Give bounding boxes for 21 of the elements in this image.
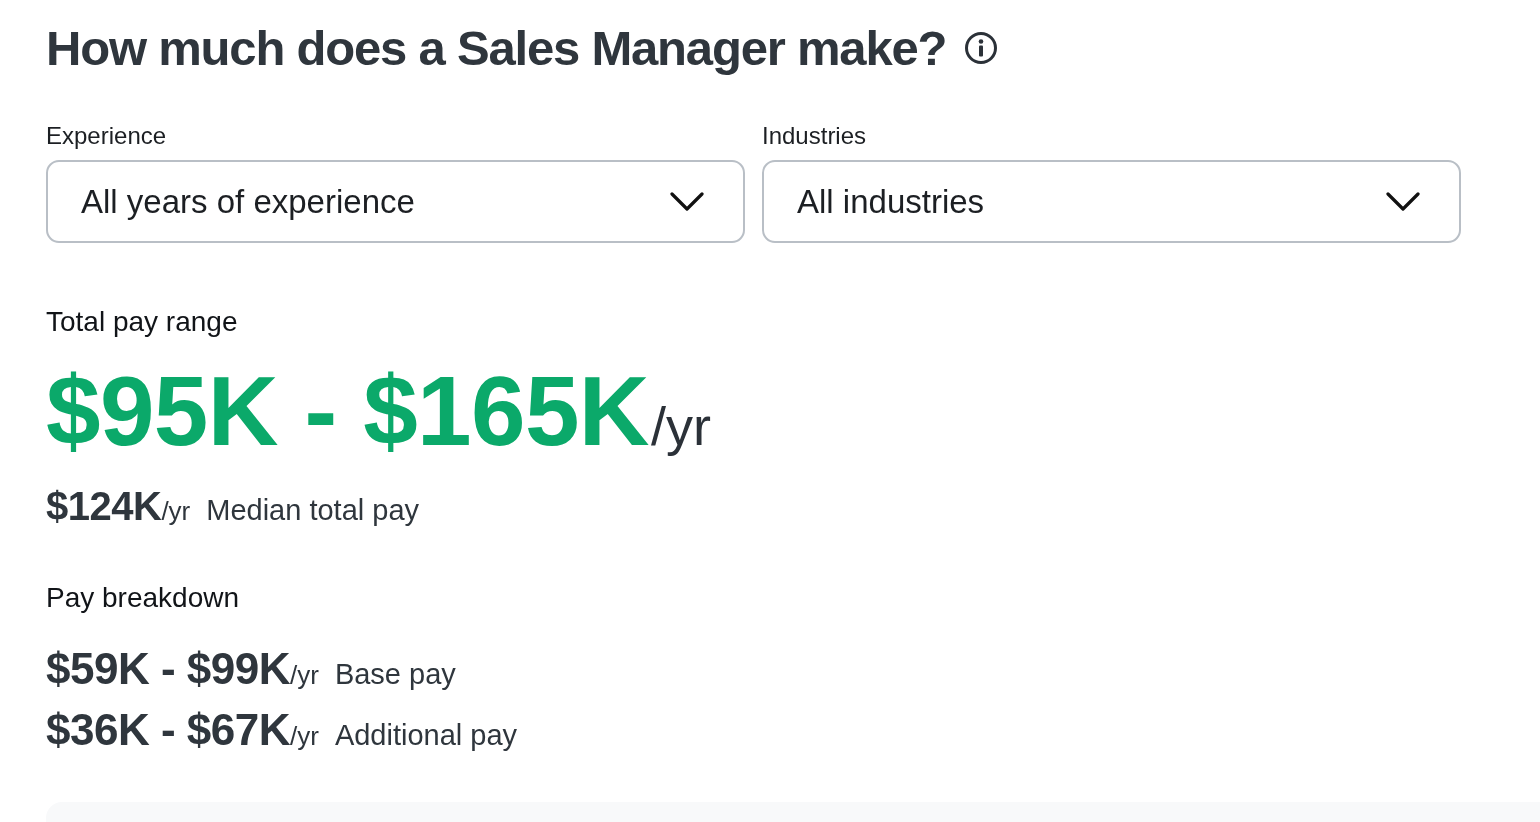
- unit-label: /yr: [650, 395, 711, 458]
- dropdown[interactable]: All years of experience: [46, 160, 745, 243]
- pay-range: $95K - $165K: [46, 357, 649, 465]
- section-label: Pay breakdown: [46, 582, 239, 614]
- filter-label: Industries: [762, 122, 867, 150]
- chevron-down-icon: [1386, 191, 1420, 212]
- filter-label: Experience: [46, 122, 167, 150]
- unit-label: /yr: [290, 660, 319, 692]
- unit-label: /yr: [161, 496, 191, 528]
- pay-description: Median total pay: [206, 493, 420, 528]
- pay-description: Additional pay: [334, 718, 518, 753]
- pay-range: $59K - $99K: [46, 643, 290, 695]
- pay-description: Base pay: [334, 657, 456, 692]
- section-label: Total pay range: [46, 306, 238, 338]
- median-amount: $124K: [46, 483, 162, 530]
- unit-label: /yr: [290, 721, 319, 753]
- pay-range: $36K - $67K: [46, 704, 290, 756]
- dropdown[interactable]: All industries: [762, 160, 1461, 243]
- page-title: How much does a Sales Manager make?: [46, 20, 947, 76]
- chevron-down-icon: [670, 191, 704, 212]
- info-icon[interactable]: [964, 31, 999, 65]
